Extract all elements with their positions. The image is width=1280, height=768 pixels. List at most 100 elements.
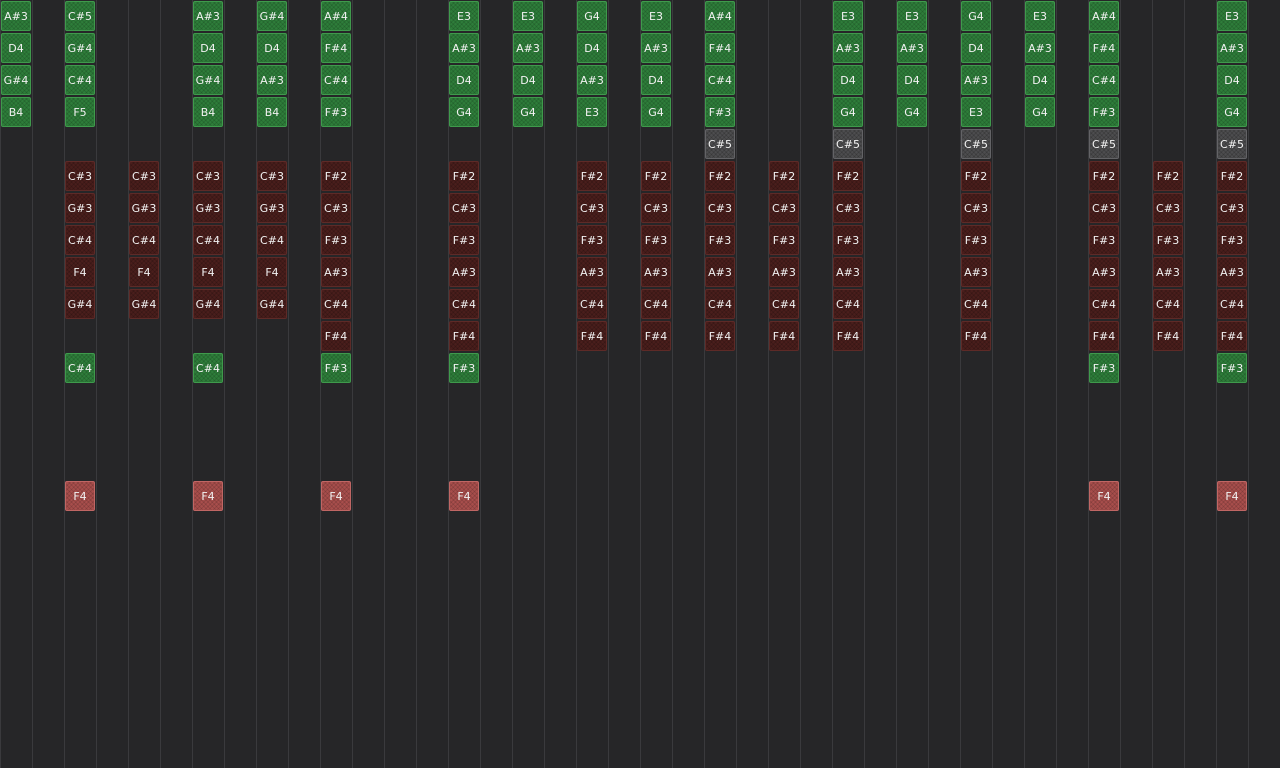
note-block[interactable]: F4 <box>449 481 479 511</box>
note-block[interactable]: C#4 <box>65 225 95 255</box>
note-block[interactable]: C#4 <box>833 289 863 319</box>
note-block[interactable]: A#3 <box>449 33 479 63</box>
note-block[interactable]: A#4 <box>705 1 735 31</box>
note-block[interactable]: G#3 <box>129 193 159 223</box>
note-block[interactable]: F#3 <box>321 225 351 255</box>
note-block[interactable]: E3 <box>1217 1 1247 31</box>
note-block[interactable]: A#3 <box>193 1 223 31</box>
note-block[interactable]: F#4 <box>1153 321 1183 351</box>
note-block[interactable]: G4 <box>577 1 607 31</box>
note-block[interactable]: G#4 <box>65 33 95 63</box>
note-block[interactable]: C#3 <box>129 161 159 191</box>
note-block[interactable]: A#3 <box>1217 257 1247 287</box>
note-block[interactable]: F#3 <box>1153 225 1183 255</box>
note-block[interactable]: C#4 <box>321 289 351 319</box>
note-block[interactable]: G4 <box>1217 97 1247 127</box>
note-block[interactable]: F#2 <box>1217 161 1247 191</box>
note-block[interactable]: G4 <box>641 97 671 127</box>
note-block[interactable]: E3 <box>513 1 543 31</box>
note-block[interactable]: D4 <box>833 65 863 95</box>
note-block[interactable]: F#3 <box>769 225 799 255</box>
note-block[interactable]: F#2 <box>1089 161 1119 191</box>
note-block[interactable]: F#3 <box>449 353 479 383</box>
note-block[interactable]: F#3 <box>961 225 991 255</box>
note-block[interactable]: C#4 <box>65 65 95 95</box>
note-block[interactable]: F4 <box>129 257 159 287</box>
note-block[interactable]: A#3 <box>257 65 287 95</box>
note-block[interactable]: B4 <box>1 97 31 127</box>
note-block[interactable]: F#3 <box>705 97 735 127</box>
note-block[interactable]: F#2 <box>577 161 607 191</box>
note-block[interactable]: G4 <box>833 97 863 127</box>
note-block[interactable]: F#2 <box>449 161 479 191</box>
note-block[interactable]: F#4 <box>1217 321 1247 351</box>
note-block[interactable]: F#4 <box>705 321 735 351</box>
note-block[interactable]: C#5 <box>1217 129 1247 159</box>
note-block[interactable]: C#4 <box>193 225 223 255</box>
note-block[interactable]: F#3 <box>705 225 735 255</box>
note-block[interactable]: C#3 <box>65 161 95 191</box>
note-block[interactable]: C#5 <box>65 1 95 31</box>
note-block[interactable]: F#2 <box>1153 161 1183 191</box>
note-block[interactable]: F4 <box>1217 481 1247 511</box>
note-block[interactable]: A#4 <box>1089 1 1119 31</box>
note-block[interactable]: C#3 <box>961 193 991 223</box>
note-block[interactable]: E3 <box>1025 1 1055 31</box>
note-block[interactable]: F#3 <box>1089 353 1119 383</box>
note-block[interactable]: A#3 <box>513 33 543 63</box>
note-block[interactable]: G#3 <box>65 193 95 223</box>
note-block[interactable]: F#4 <box>577 321 607 351</box>
note-block[interactable]: A#4 <box>321 1 351 31</box>
note-block[interactable]: F#4 <box>961 321 991 351</box>
note-block[interactable]: A#3 <box>961 65 991 95</box>
note-block[interactable]: F4 <box>321 481 351 511</box>
note-block[interactable]: F#3 <box>1089 97 1119 127</box>
note-block[interactable]: F4 <box>65 257 95 287</box>
note-block[interactable]: C#3 <box>1089 193 1119 223</box>
note-block[interactable]: F#4 <box>769 321 799 351</box>
note-block[interactable]: F#4 <box>833 321 863 351</box>
note-block[interactable]: F4 <box>65 481 95 511</box>
note-block[interactable]: F#3 <box>1089 225 1119 255</box>
note-block[interactable]: A#3 <box>1217 33 1247 63</box>
note-block[interactable]: A#3 <box>961 257 991 287</box>
note-block[interactable]: G#4 <box>193 65 223 95</box>
note-block[interactable]: F#3 <box>321 353 351 383</box>
note-block[interactable]: G#4 <box>1 65 31 95</box>
note-block[interactable]: F#3 <box>449 225 479 255</box>
note-block[interactable]: F#4 <box>449 321 479 351</box>
note-block[interactable]: D4 <box>961 33 991 63</box>
note-block[interactable]: F#4 <box>321 321 351 351</box>
note-block[interactable]: F#2 <box>769 161 799 191</box>
note-block[interactable]: C#4 <box>129 225 159 255</box>
note-block[interactable]: A#3 <box>641 257 671 287</box>
note-block[interactable]: F4 <box>257 257 287 287</box>
note-block[interactable]: F#4 <box>705 33 735 63</box>
note-block[interactable]: F#2 <box>833 161 863 191</box>
note-block[interactable]: G4 <box>961 1 991 31</box>
note-block[interactable]: E3 <box>577 97 607 127</box>
note-block[interactable]: A#3 <box>1153 257 1183 287</box>
note-block[interactable]: D4 <box>641 65 671 95</box>
note-block[interactable]: C#5 <box>961 129 991 159</box>
note-block[interactable]: C#4 <box>641 289 671 319</box>
note-block[interactable]: G4 <box>897 97 927 127</box>
note-block[interactable]: C#3 <box>193 161 223 191</box>
note-block[interactable]: A#3 <box>833 33 863 63</box>
note-block[interactable]: G#3 <box>257 193 287 223</box>
note-block[interactable]: G#4 <box>257 1 287 31</box>
note-block[interactable]: F#3 <box>321 97 351 127</box>
note-block[interactable]: C#3 <box>257 161 287 191</box>
note-block[interactable]: E3 <box>961 97 991 127</box>
note-block[interactable]: C#5 <box>705 129 735 159</box>
note-block[interactable]: G4 <box>449 97 479 127</box>
note-block[interactable]: C#4 <box>257 225 287 255</box>
note-block[interactable]: C#4 <box>705 289 735 319</box>
note-block[interactable]: A#3 <box>897 33 927 63</box>
note-block[interactable]: C#3 <box>1153 193 1183 223</box>
note-block[interactable]: C#4 <box>449 289 479 319</box>
note-block[interactable]: G#3 <box>193 193 223 223</box>
note-block[interactable]: G4 <box>1025 97 1055 127</box>
note-block[interactable]: D4 <box>577 33 607 63</box>
note-block[interactable]: C#4 <box>961 289 991 319</box>
